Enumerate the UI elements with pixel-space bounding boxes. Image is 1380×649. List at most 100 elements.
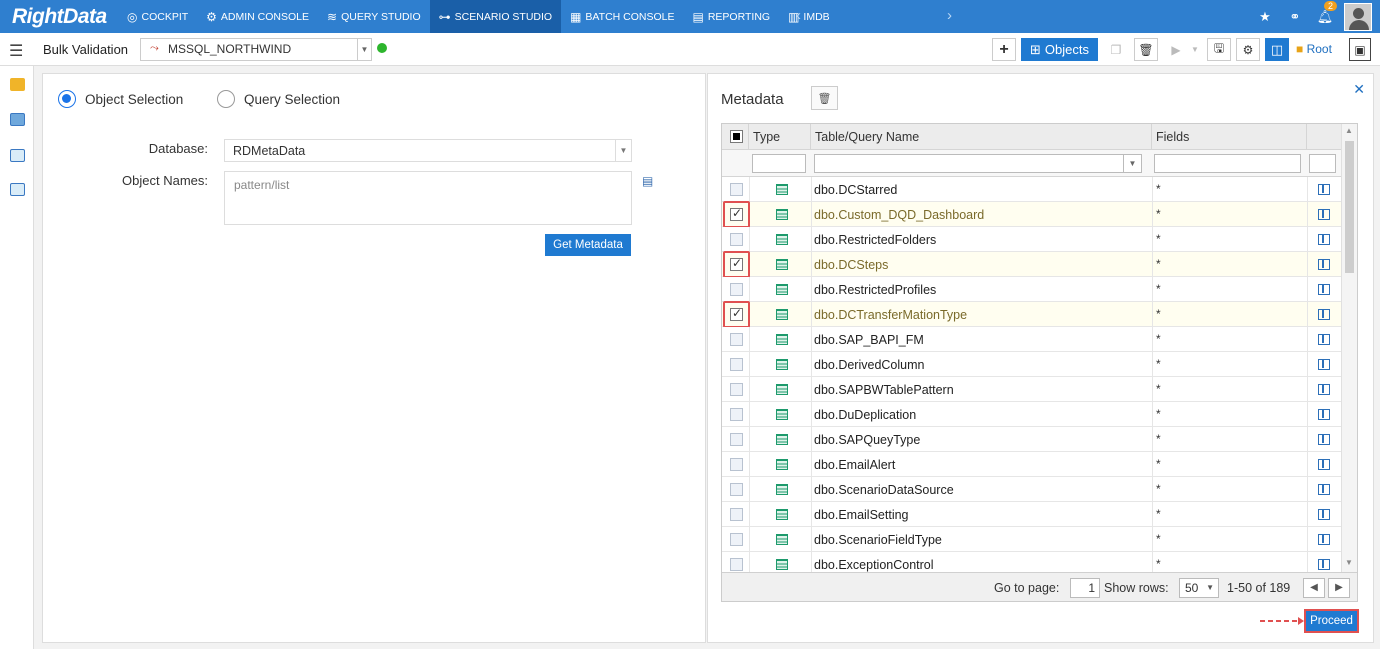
columns-icon[interactable] — [1318, 509, 1330, 520]
row-checkbox[interactable] — [730, 433, 743, 446]
nav-item-batch-console[interactable]: ▦ BATCH CONSOLE — [561, 0, 683, 33]
nav-item-reporting[interactable]: ▤ REPORTING — [684, 0, 780, 33]
star-icon[interactable]: ★ — [1250, 9, 1280, 25]
get-metadata-button[interactable]: Get Metadata — [545, 234, 631, 256]
table-row[interactable]: dbo.DCTransferMationType * — [722, 301, 1342, 328]
header-type[interactable]: Type — [749, 124, 811, 150]
columns-icon[interactable] — [1318, 384, 1330, 395]
table-row[interactable]: dbo.DerivedColumn * — [722, 352, 1342, 377]
object-selection-radio[interactable]: Object Selection — [58, 90, 183, 108]
nav-item-scenario-studio[interactable]: ⊶ SCENARIO STUDIO — [429, 0, 562, 33]
root-folder-button[interactable]: ■ Root — [1296, 42, 1332, 56]
nav-item-admin-console[interactable]: ⚙ ADMIN CONSOLE — [197, 0, 318, 33]
metadata-delete-button[interactable]: 🗑︎ — [811, 86, 838, 110]
add-button[interactable]: + — [992, 38, 1016, 61]
table-row[interactable]: dbo.DCSteps * — [722, 251, 1342, 278]
run-dropdown-icon[interactable]: ▼ — [1188, 38, 1202, 61]
columns-icon[interactable] — [1318, 309, 1330, 320]
settings-rail-icon[interactable] — [10, 183, 25, 196]
fields-filter-input[interactable] — [1154, 154, 1301, 173]
table-row[interactable]: dbo.SAPQueyType * — [722, 427, 1342, 452]
document-icon[interactable]: ▤ — [642, 174, 653, 188]
select-all-checkbox[interactable] — [730, 130, 743, 143]
row-checkbox[interactable] — [730, 333, 743, 346]
presentation-icon[interactable]: ▣ — [1349, 38, 1371, 61]
database-select[interactable]: RDMetaData ▼ — [224, 139, 632, 162]
columns-icon[interactable] — [1318, 409, 1330, 420]
type-filter-input[interactable] — [752, 154, 806, 173]
delete-button[interactable]: 🗑︎ — [1134, 38, 1158, 61]
table-row[interactable]: dbo.Custom_DQD_Dashboard * — [722, 201, 1342, 228]
header-fields[interactable]: Fields — [1152, 124, 1307, 150]
row-checkbox[interactable] — [730, 408, 743, 421]
nav-scroll-left-icon[interactable]: ‹ — [796, 7, 801, 24]
columns-icon[interactable] — [1318, 259, 1330, 270]
row-checkbox[interactable] — [730, 558, 743, 571]
table-row[interactable]: dbo.DuDeplication * — [722, 402, 1342, 427]
columns-icon[interactable] — [1318, 234, 1330, 245]
rightdata-logo[interactable]: RightData — [12, 5, 107, 29]
row-checkbox[interactable] — [730, 233, 743, 246]
table-row[interactable]: dbo.ScenarioDataSource * — [722, 477, 1342, 502]
row-checkbox[interactable] — [730, 458, 743, 471]
connection-select[interactable]: ⤳ MSSQL_NORTHWIND ▼ — [140, 38, 372, 61]
table-row[interactable]: dbo.SAP_BAPI_FM * — [722, 327, 1342, 352]
columns-icon[interactable] — [1318, 209, 1330, 220]
folder-rail-icon[interactable] — [10, 78, 25, 91]
row-checkbox[interactable] — [730, 283, 743, 296]
row-checkbox[interactable] — [730, 358, 743, 371]
grid-scrollbar[interactable]: ▲ ▼ — [1341, 124, 1357, 572]
table-row[interactable]: dbo.RestrictedProfiles * — [722, 277, 1342, 302]
actions-filter-input[interactable] — [1309, 154, 1336, 173]
bell-icon[interactable]: 🔔︎ 2 — [1310, 0, 1340, 25]
columns-icon[interactable] — [1318, 334, 1330, 345]
row-checkbox[interactable] — [730, 483, 743, 496]
row-checkbox[interactable] — [730, 533, 743, 546]
columns-icon[interactable] — [1318, 484, 1330, 495]
copy-icon[interactable]: ❐ — [1104, 38, 1128, 61]
close-icon[interactable]: ✕ — [1353, 81, 1365, 98]
save-icon[interactable]: 🖫 — [1207, 38, 1231, 61]
header-select-all[interactable] — [722, 124, 749, 150]
add-table-rail-icon[interactable] — [10, 113, 25, 126]
chevron-down-icon[interactable]: ▼ — [1123, 155, 1141, 172]
panel-toggle-icon[interactable]: ◫ — [1265, 38, 1289, 61]
object-names-textarea[interactable]: pattern/list — [224, 171, 632, 225]
columns-icon[interactable] — [1318, 459, 1330, 470]
user-avatar[interactable] — [1344, 2, 1372, 31]
table-row[interactable]: dbo.RestrictedFolders * — [722, 227, 1342, 252]
page-input[interactable]: 1 — [1070, 578, 1100, 598]
chart-rail-icon[interactable] — [10, 149, 25, 162]
row-checkbox[interactable] — [730, 183, 743, 196]
scrollbar-thumb[interactable] — [1345, 141, 1354, 273]
columns-icon[interactable] — [1318, 284, 1330, 295]
columns-icon[interactable] — [1318, 434, 1330, 445]
run-icon[interactable]: ▶ — [1164, 38, 1188, 61]
prev-page-button[interactable]: ◀ — [1303, 578, 1325, 598]
row-checkbox[interactable] — [730, 508, 743, 521]
menu-icon[interactable]: ☰ — [9, 41, 23, 61]
nav-scroll-right-icon[interactable]: › — [947, 7, 952, 24]
columns-icon[interactable] — [1318, 534, 1330, 545]
columns-icon[interactable] — [1318, 184, 1330, 195]
name-filter-input[interactable]: ▼ — [814, 154, 1142, 173]
nav-item-imdb[interactable]: ▥ IMDB — [779, 0, 839, 33]
row-checkbox[interactable] — [730, 383, 743, 396]
objects-button[interactable]: ⊞ Objects — [1021, 38, 1098, 61]
next-page-button[interactable]: ▶ — [1328, 578, 1350, 598]
header-name[interactable]: Table/Query Name — [811, 124, 1152, 150]
nav-item-query-studio[interactable]: ≋ QUERY STUDIO — [318, 0, 430, 33]
scroll-up-icon[interactable]: ▲ — [1345, 126, 1353, 135]
proceed-button[interactable]: Proceed — [1304, 609, 1359, 633]
table-row[interactable]: dbo.SAPBWTablePattern * — [722, 377, 1342, 402]
table-row[interactable]: dbo.EmailAlert * — [722, 452, 1342, 477]
columns-icon[interactable] — [1318, 359, 1330, 370]
table-row[interactable]: dbo.EmailSetting * — [722, 502, 1342, 527]
columns-icon[interactable] — [1318, 559, 1330, 570]
link-icon[interactable]: ⚭ — [1280, 9, 1310, 25]
table-row[interactable]: dbo.ScenarioFieldType * — [722, 527, 1342, 552]
table-row[interactable]: dbo.DCStarred * — [722, 177, 1342, 202]
query-selection-radio[interactable]: Query Selection — [217, 90, 340, 108]
scroll-down-icon[interactable]: ▼ — [1345, 558, 1353, 567]
nav-item-cockpit[interactable]: ◎ COCKPIT — [118, 0, 197, 33]
